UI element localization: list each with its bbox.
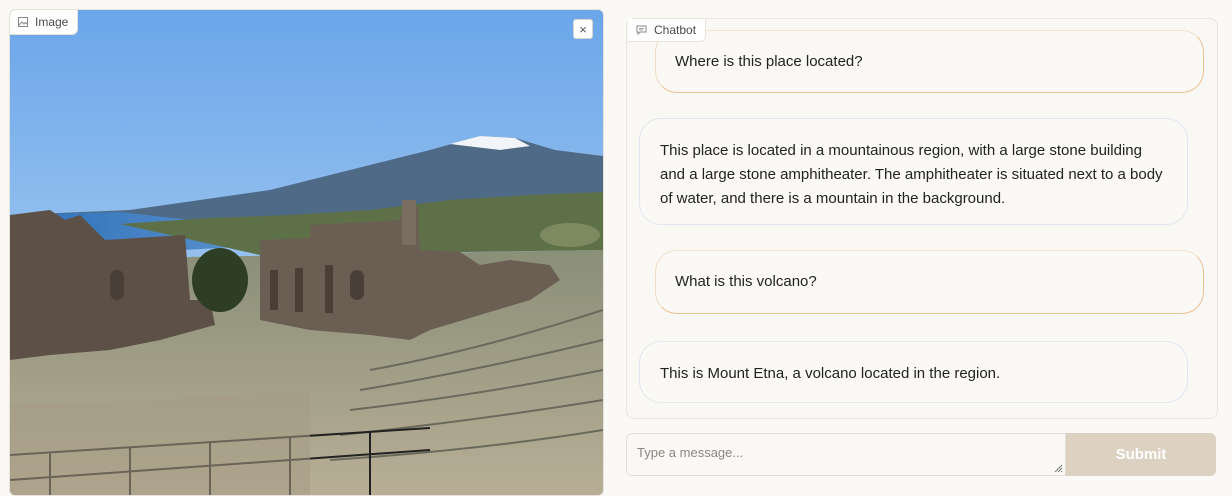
close-icon: × [579, 21, 587, 37]
uploaded-image [10, 10, 603, 495]
message-input-placeholder: Type a message... [637, 445, 744, 460]
image-label-tab: Image [10, 10, 79, 35]
submit-button[interactable]: Submit [1066, 433, 1216, 476]
close-button[interactable]: × [573, 19, 593, 39]
bot-message: This is Mount Etna, a volcano located in… [639, 341, 1188, 403]
message-text: This is Mount Etna, a volcano located in… [660, 365, 1001, 382]
chatbot-label-text: Chatbot [654, 23, 697, 37]
bot-message: This place is located in a mountainous r… [639, 118, 1188, 225]
message-text: Where is this place located? [675, 52, 863, 70]
user-message: What is this volcano? [655, 250, 1204, 314]
user-message: Where is this place located? [655, 30, 1204, 93]
image-icon [18, 17, 28, 27]
image-panel: Image × [9, 9, 604, 496]
submit-label: Submit [1115, 446, 1167, 463]
resize-handle-icon[interactable] [1053, 463, 1063, 473]
app-root: Image × Chatbot Where is this place loca… [0, 0, 1232, 496]
chat-bubble-icon [636, 25, 647, 35]
message-text: This place is located in a mountainous r… [660, 142, 1163, 207]
chatbot-label-tab: Chatbot [628, 19, 707, 42]
message-text: What is this volcano? [675, 273, 817, 290]
message-input[interactable]: Type a message... [626, 433, 1066, 476]
image-label-text: Image [35, 15, 69, 29]
